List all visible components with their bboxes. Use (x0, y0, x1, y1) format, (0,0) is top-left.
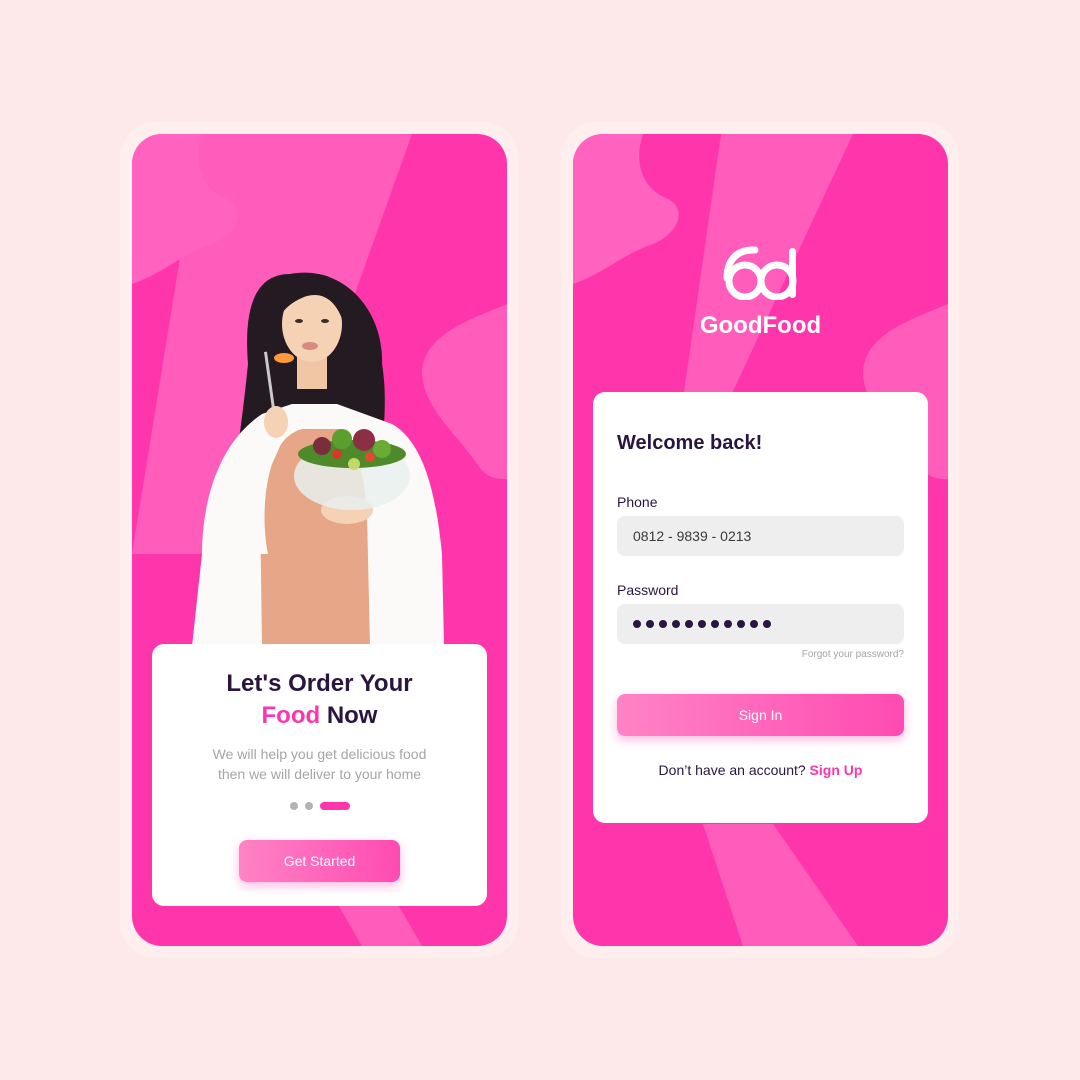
welcome-heading: Welcome back! (617, 432, 763, 454)
pagination-dot-active[interactable] (319, 802, 350, 810)
onboarding-screen: Let's Order Your Food Now We will help y… (132, 134, 507, 946)
password-dot (737, 620, 745, 628)
woman-eating-salad-photo (192, 272, 444, 646)
onboarding-phone-frame: Let's Order Your Food Now We will help y… (120, 122, 518, 958)
phone-input[interactable]: 0812 - 9839 - 0213 (617, 516, 904, 556)
goodfood-logo-icon (723, 246, 797, 300)
forgot-password-link[interactable]: Forgot your password? (802, 649, 904, 660)
no-account-text: Don’t have an account? (658, 762, 806, 778)
pagination-dot[interactable] (289, 802, 298, 810)
pagination-dot[interactable] (304, 802, 313, 810)
login-card: Welcome back! Phone 0812 - 9839 - 0213 P… (593, 392, 928, 823)
title-rest: Now (326, 702, 378, 729)
onboarding-description: We will help you get delicious food then… (212, 746, 427, 782)
title-accent: Food (261, 702, 321, 729)
password-dot (711, 620, 719, 628)
password-dot (659, 620, 667, 628)
brand-name: GoodFood (699, 312, 822, 339)
password-dot (698, 620, 706, 628)
password-dot (672, 620, 680, 628)
onboarding-title: Let's Order Your Food Now (152, 668, 487, 732)
password-mask (633, 620, 771, 628)
sign-up-link[interactable]: Sign Up (810, 762, 863, 778)
login-screen: GoodFood Welcome back! Phone 0812 - 9839… (573, 134, 948, 946)
phone-value: 0812 - 9839 - 0213 (633, 528, 752, 544)
password-dot (724, 620, 732, 628)
password-dot (750, 620, 758, 628)
pagination-dots (152, 802, 487, 810)
get-started-button[interactable]: Get Started (239, 840, 400, 882)
password-input[interactable] (617, 604, 904, 644)
signup-row: Don’t have an account? Sign Up (593, 762, 928, 778)
password-dot (763, 620, 771, 628)
password-dot (633, 620, 641, 628)
sign-in-button[interactable]: Sign In (617, 694, 904, 736)
password-label: Password (617, 582, 679, 598)
login-phone-frame: GoodFood Welcome back! Phone 0812 - 9839… (561, 122, 959, 958)
password-dot (646, 620, 654, 628)
title-line1: Let's Order Your (226, 670, 413, 697)
phone-label: Phone (617, 494, 658, 510)
password-dot (685, 620, 693, 628)
onboarding-card: Let's Order Your Food Now We will help y… (152, 644, 487, 906)
